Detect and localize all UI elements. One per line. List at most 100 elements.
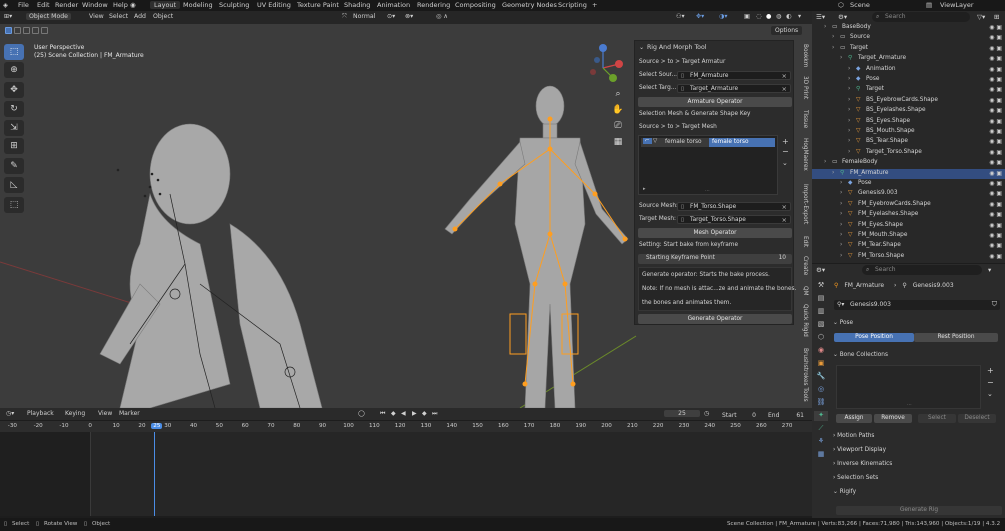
expand-chevron-icon[interactable]: ›	[840, 222, 842, 228]
menu-window[interactable]: Window	[82, 1, 108, 9]
transform-orientation-icon[interactable]: ⤧	[342, 13, 347, 21]
outliner-display-mode-icon[interactable]: ⚙▾	[838, 13, 847, 21]
outliner-row[interactable]: › ▽ FM_Eyelashes.Shape ◉ ▣	[812, 210, 1005, 220]
selection-sets-section[interactable]: › Selection Sets	[833, 475, 878, 481]
jump-end-icon[interactable]: ⏭	[432, 410, 437, 418]
properties-options-icon[interactable]: ▾	[988, 266, 991, 274]
add-cube-tool-icon[interactable]: ⬚	[4, 197, 24, 213]
assign-button[interactable]: Assign	[836, 414, 872, 423]
mesh-list[interactable]: ⌐ ▽ female torso female torso ▸ ⋯	[638, 135, 778, 195]
generate-rig-button[interactable]: Generate Rig	[836, 506, 1002, 515]
preview-range-icon[interactable]: ◷	[704, 410, 709, 417]
shading-options-icon[interactable]: ▾	[798, 13, 801, 20]
sidebar-tab-create[interactable]: Create	[798, 256, 808, 275]
source-mesh-field[interactable]: ▯ FM_Torso.Shape ×	[677, 202, 791, 211]
view-layer-properties-icon[interactable]: ▧	[814, 320, 828, 330]
visibility-eye-icon[interactable]: ◉ ▣	[989, 211, 1002, 218]
visibility-eye-icon[interactable]: ◉ ▣	[989, 97, 1002, 104]
texture-properties-icon[interactable]: ▦	[814, 450, 828, 460]
expand-chevron-icon[interactable]: ›	[848, 107, 850, 113]
timeline-editor-icon[interactable]: ◷▾	[6, 410, 14, 417]
select-subtract-icon[interactable]	[23, 27, 30, 34]
timeline-ruler[interactable]: -30 -20 -10 0 10 20 25 30 40 50 60 70 80 90 100 110 120 1…	[0, 421, 812, 432]
starting-keyframe-field[interactable]: Starting Keyframe Point 10	[638, 254, 792, 264]
sidebar-tab-bookkm[interactable]: Bookkm	[798, 44, 808, 67]
viewport-display-section[interactable]: › Viewport Display	[833, 447, 886, 453]
workspace-tab-rendering[interactable]: Rendering	[417, 1, 450, 9]
menu-add[interactable]: Add	[134, 13, 146, 20]
outliner-row[interactable]: › ▽ Target_Torso.Shape ◉ ▣	[812, 148, 1005, 158]
outliner-row[interactable]: › ▽ Genesis9.003 ◉ ▣	[812, 189, 1005, 199]
select-intersect-icon[interactable]	[41, 27, 48, 34]
timeline-menu-marker[interactable]: Marker	[119, 410, 140, 417]
record-icon[interactable]: ◯	[358, 410, 365, 417]
proportional-edit-icon[interactable]: ◎ ∧	[436, 13, 448, 20]
outliner-row[interactable]: › ⚲ FM_Armature ◉ ▣	[812, 168, 1005, 179]
clear-source-mesh-icon[interactable]: ×	[782, 203, 787, 211]
workspace-tab-texture-paint[interactable]: Texture Paint	[297, 1, 339, 9]
menu-view[interactable]: View	[89, 13, 104, 20]
expand-chevron-icon[interactable]: ›	[840, 201, 842, 207]
sidebar-tab-edit[interactable]: Edit	[798, 236, 808, 247]
deselect-button[interactable]: Deselect	[958, 414, 996, 423]
pose-position-button[interactable]: Pose Position	[834, 333, 914, 342]
workspace-tab-layout[interactable]: Layout	[150, 1, 181, 9]
outliner-row[interactable]: › ◆ Animation ◉ ▣	[812, 65, 1005, 75]
outliner-row[interactable]: › ⚲ Target ◉ ▣	[812, 85, 1005, 95]
outliner-editor-icon[interactable]: ☰▾	[816, 13, 825, 21]
list-specials-icon[interactable]: ⌄	[782, 159, 788, 167]
outliner-row[interactable]: › ▭ BaseBody ◉ ▣	[812, 23, 1005, 33]
cursor-tool-icon[interactable]: ⊕	[4, 62, 24, 78]
expand-chevron-icon[interactable]: ›	[840, 242, 842, 248]
visibility-eye-icon[interactable]: ◉ ▣	[989, 190, 1002, 197]
bone-collections-section-header[interactable]: ⌄ Bone Collections	[833, 352, 888, 358]
remove-button[interactable]: Remove	[874, 414, 912, 423]
jump-start-icon[interactable]: ⏮	[380, 410, 385, 418]
scene-properties-icon[interactable]: ⬡	[814, 333, 828, 343]
visibility-eye-icon[interactable]: ◉ ▣	[989, 201, 1002, 208]
menu-object[interactable]: Object	[153, 13, 173, 20]
outliner-row[interactable]: › ▽ FM_Torso.Shape ◉ ▣	[812, 252, 1005, 262]
sidebar-tab-qm[interactable]: QM	[798, 286, 808, 296]
tool-properties-icon[interactable]: ⚒	[814, 281, 828, 291]
expand-chevron-icon[interactable]: ›	[848, 66, 850, 72]
visibility-eye-icon[interactable]: ◉ ▣	[989, 76, 1002, 83]
list-expand-icon[interactable]: ▸	[643, 186, 646, 192]
workspace-tab-geometry-nodes[interactable]: Geometry Nodes	[502, 1, 557, 9]
armature-data-name-field[interactable]: ⚲▾ Genesis9.003 ⛉	[834, 300, 1000, 310]
snap-icon[interactable]: ⊗▾	[405, 13, 413, 20]
sidebar-tab-import-export[interactable]: Import-Export	[798, 184, 808, 224]
panel-title[interactable]: Rig And Morph Tool	[647, 44, 706, 51]
expand-chevron-icon[interactable]: ›	[824, 159, 826, 165]
timeline-menu-view[interactable]: View	[98, 410, 112, 417]
current-frame-field[interactable]: 25	[664, 410, 700, 417]
expand-chevron-icon[interactable]: ›	[840, 55, 842, 61]
annotate-tool-icon[interactable]: ✎	[4, 158, 24, 174]
visibility-eye-icon[interactable]: ◉ ▣	[989, 34, 1002, 41]
armature-operator-button[interactable]: Armature Operator	[638, 97, 792, 107]
sidebar-tab-tissue[interactable]: Tissue	[798, 110, 808, 128]
zoom-view-icon[interactable]: ⌕	[612, 88, 624, 100]
workspace-tab-compositing[interactable]: Compositing	[455, 1, 496, 9]
constraint-properties-icon[interactable]: ⛓	[814, 398, 828, 408]
pan-view-icon[interactable]: ✋	[612, 104, 624, 116]
workspace-tab-animation[interactable]: Animation	[377, 1, 410, 9]
properties-editor-icon[interactable]: ⚙▾	[816, 266, 825, 274]
scale-tool-icon[interactable]: ⇲	[4, 120, 24, 136]
fake-user-shield-icon[interactable]: ⛉	[992, 300, 997, 309]
editor-type-icon[interactable]: ⊞▾	[4, 13, 12, 20]
visibility-eye-icon[interactable]: ◉ ▣	[989, 45, 1002, 52]
wireframe-shading-icon[interactable]: ◌	[756, 13, 761, 20]
visibility-eye-icon[interactable]: ◉ ▣	[989, 170, 1002, 177]
timeline-menu-playback[interactable]: Playback	[27, 410, 54, 417]
view-layer-selector[interactable]: ViewLayer	[940, 1, 974, 9]
expand-chevron-icon[interactable]: ›	[824, 24, 826, 30]
outliner-row[interactable]: › ◆ Pose ◉ ▣	[812, 179, 1005, 189]
workspace-tab-scripting[interactable]: Scripting	[558, 1, 587, 9]
visibility-eye-icon[interactable]: ◉ ▣	[989, 232, 1002, 239]
measure-tool-icon[interactable]: ◺	[4, 177, 24, 193]
outliner-row[interactable]: › ⚲ Target_Armature ◉ ▣	[812, 54, 1005, 64]
clear-source-icon[interactable]: ×	[782, 72, 787, 80]
visibility-eye-icon[interactable]: ◉ ▣	[989, 24, 1002, 31]
play-icon[interactable]: ▶	[412, 410, 417, 417]
